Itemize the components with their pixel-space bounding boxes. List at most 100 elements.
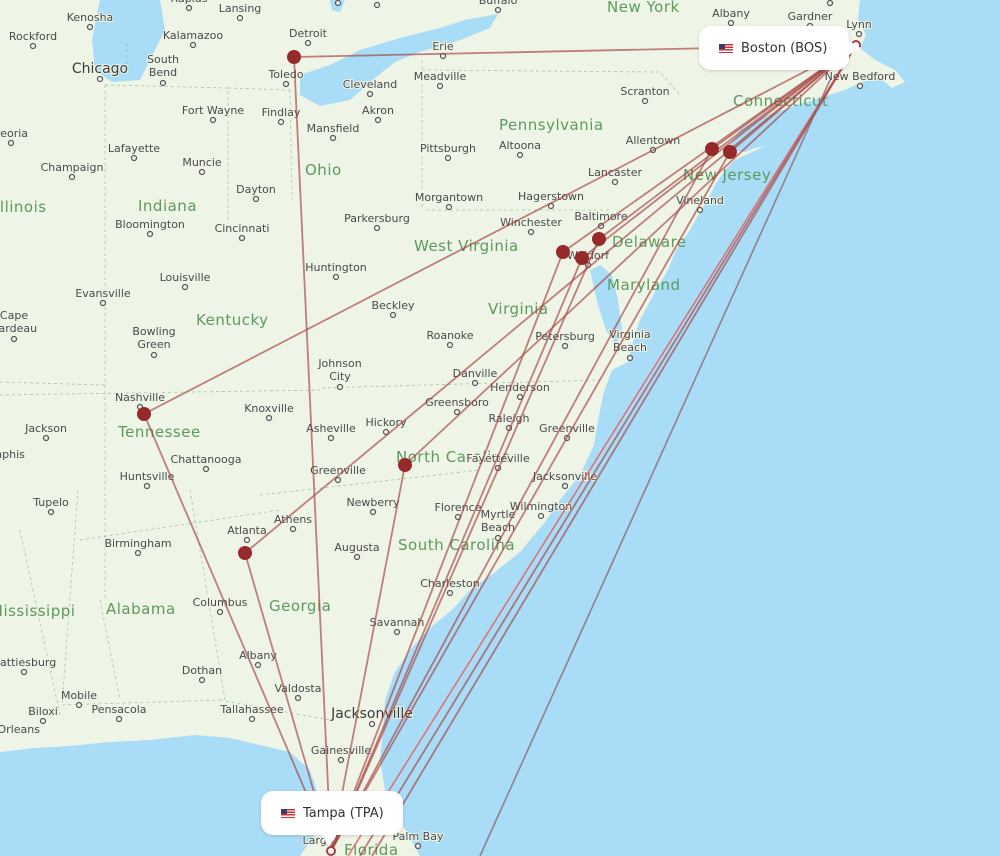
- city-dot: [150, 351, 158, 359]
- city-dot: [7, 139, 15, 147]
- city-label: Memphis: [0, 448, 25, 461]
- city-dot: [68, 173, 76, 181]
- hub-marker[interactable]: [575, 251, 589, 265]
- city-dot: [115, 715, 123, 723]
- city-dot: [99, 299, 107, 307]
- city-dot: [329, 134, 337, 142]
- city-label: Columbus: [193, 596, 248, 609]
- city-label: Bowling: [132, 325, 175, 338]
- city-dot: [516, 151, 524, 159]
- city-dot: [369, 508, 377, 516]
- city-label: Bloomington: [115, 218, 185, 231]
- city-label: Atlanta: [227, 524, 266, 537]
- city-label: Meadville: [414, 70, 467, 83]
- city-dot: [202, 465, 210, 473]
- state-label-mississippi: Mississippi: [0, 602, 75, 620]
- city-dot: [856, 82, 864, 90]
- city-dot: [727, 19, 735, 27]
- city-dot: [368, 720, 376, 728]
- city-dot: [444, 154, 452, 162]
- city-label: Kalamazoo: [163, 29, 224, 42]
- city-label: Louisville: [160, 271, 211, 284]
- origin-label-bubble[interactable]: Boston (BOS): [699, 26, 861, 70]
- tampa-airport-marker[interactable]: [326, 846, 336, 856]
- destination-label-bubble[interactable]: Tampa (TPA): [261, 791, 403, 847]
- city-label: Cincinnati: [215, 222, 270, 235]
- us-flag-icon: [281, 808, 295, 818]
- city-label: Augusta: [334, 541, 379, 554]
- hub-marker[interactable]: [705, 142, 719, 156]
- city-label: Greenville: [539, 422, 595, 435]
- city-label: Birmingham: [104, 537, 171, 550]
- city-label: Lafayette: [108, 142, 160, 155]
- city-dot: [47, 508, 55, 516]
- city-label: Lynn: [846, 18, 872, 31]
- city-label: Chattanooga: [171, 453, 242, 466]
- city-dot: [86, 23, 94, 31]
- state-label-new-york-1: New York: [607, 0, 680, 16]
- city-dot: [185, 4, 193, 12]
- state-label-ohio: Ohio: [305, 161, 342, 179]
- city-dot: [289, 525, 297, 533]
- city-dot: [238, 234, 246, 242]
- city-label: Altoona: [499, 139, 541, 152]
- city-label: Bend: [149, 66, 177, 79]
- city-label: New Orleans: [0, 723, 40, 736]
- us-flag-icon: [719, 43, 733, 53]
- state-label-kentucky: Kentucky: [196, 311, 269, 329]
- city-dot: [389, 311, 397, 319]
- city-dot: [332, 273, 340, 281]
- city-label: Green: [137, 338, 170, 351]
- city-dot: [42, 434, 50, 442]
- city-label: Chicago: [72, 61, 128, 77]
- hub-marker[interactable]: [137, 407, 151, 421]
- city-dot: [254, 661, 262, 669]
- hub-marker[interactable]: [592, 232, 606, 246]
- state-label-maryland: Maryland: [607, 276, 681, 294]
- city-dot: [855, 30, 863, 38]
- state-label-indiana: Indiana: [138, 197, 197, 215]
- bubble-pointer: [321, 834, 337, 847]
- city-label: Palm Bay: [393, 830, 444, 843]
- city-dot: [393, 628, 401, 636]
- city-label: Champaign: [41, 161, 104, 174]
- city-label: Lansing: [219, 2, 262, 15]
- city-dot: [29, 42, 37, 50]
- route-map[interactable]: New York Pennsylvania Ohio Indiana Illin…: [0, 0, 1000, 856]
- city-label: Wilmington: [510, 500, 573, 513]
- state-label-illinois: Illinois: [0, 198, 47, 216]
- city-label: Buffalo: [479, 0, 518, 7]
- city-dot: [282, 80, 290, 88]
- city-label: Virginia: [609, 328, 650, 341]
- city-dot: [334, 0, 342, 7]
- city-label: Winchester: [500, 216, 562, 229]
- city-label: Savannah: [370, 616, 425, 629]
- hub-marker[interactable]: [556, 245, 570, 259]
- city-label: Huntsville: [120, 470, 175, 483]
- city-dot: [75, 701, 83, 709]
- city-dot: [20, 668, 28, 676]
- city-dot: [146, 230, 154, 238]
- city-label: Roanoke: [426, 329, 473, 342]
- hub-marker[interactable]: [238, 546, 252, 560]
- city-dot: [304, 39, 312, 47]
- city-dot: [143, 482, 151, 490]
- city-dot: [130, 154, 138, 162]
- hub-marker[interactable]: [398, 458, 412, 472]
- city-label: Knoxville: [244, 402, 294, 415]
- city-dot: [252, 195, 260, 203]
- city-dot: [626, 354, 634, 362]
- hub-marker[interactable]: [287, 50, 301, 64]
- hub-marker[interactable]: [723, 145, 737, 159]
- destination-label: Tampa (TPA): [303, 805, 384, 821]
- city-dot: [198, 168, 206, 176]
- city-label: Hattiesburg: [0, 656, 56, 669]
- city-dot: [641, 97, 649, 105]
- city-label: Scranton: [620, 85, 669, 98]
- city-label: Gardner: [788, 10, 833, 23]
- city-dot: [537, 512, 545, 520]
- city-label: Valdosta: [275, 682, 322, 695]
- city-label: Tupelo: [32, 496, 69, 509]
- city-label: Cape: [0, 309, 28, 322]
- city-label: Beckley: [371, 299, 415, 312]
